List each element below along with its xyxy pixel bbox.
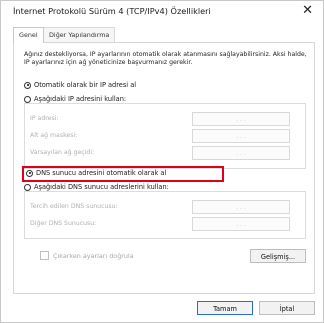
ip-auto-label: Otomatik olarak bir IP adresi al — [34, 81, 137, 89]
ip-manual-radio[interactable]: Aşağıdaki IP adresini kullan: — [24, 95, 126, 103]
ip-address-input[interactable]: . . . — [192, 112, 290, 126]
dns-auto-label: DNS sunucu adresini otomatik olarak al — [36, 169, 167, 177]
dns-manual-radio[interactable]: Aşağıdaki DNS sunucu adreslerini kullan: — [24, 183, 169, 191]
default-gateway-label: Varsayılan ağ geçidi: — [30, 149, 95, 156]
radio-unchecked-icon — [24, 183, 31, 191]
description-text: Ağınız destekliyorsa, IP ayarlarının oto… — [24, 51, 307, 66]
radio-checked-icon — [26, 169, 33, 177]
checkbox-icon — [40, 251, 49, 260]
alternate-dns-label: Diğer DNS Sunucusu: — [30, 220, 97, 227]
tab-general[interactable]: Genel — [13, 27, 44, 43]
validate-settings-checkbox[interactable]: Çıkarken ayarları doğrula — [40, 251, 134, 260]
alternate-dns-value: . . . — [236, 220, 246, 228]
tab-alternate-configuration[interactable]: Diğer Yapılandırma — [43, 27, 116, 42]
general-panel: Ağınız destekliyorsa, IP ayarlarının oto… — [13, 42, 315, 294]
dns-manual-label: Aşağıdaki DNS sunucu adreslerini kullan: — [34, 183, 169, 191]
preferred-dns-value: . . . — [236, 203, 246, 211]
dns-fields-group — [24, 191, 306, 239]
subnet-mask-label: Alt ağ maskesi: — [30, 132, 78, 139]
radio-unchecked-icon — [24, 95, 31, 103]
dialog-title: İnternet Protokolü Sürüm 4 (TCP/IPv4) Öz… — [13, 6, 211, 16]
close-icon[interactable]: ✕ — [302, 3, 313, 19]
alternate-dns-input[interactable]: . . . — [192, 217, 290, 231]
preferred-dns-input[interactable]: . . . — [192, 200, 290, 214]
ip-address-value: . . . — [236, 115, 246, 123]
ip-address-label: IP adresi: — [30, 115, 59, 122]
title-bar: İnternet Protokolü Sürüm 4 (TCP/IPv4) Öz… — [1, 1, 323, 23]
cancel-button[interactable]: İptal — [259, 301, 315, 315]
radio-checked-icon — [24, 81, 31, 89]
advanced-button[interactable]: Gelişmiş... — [250, 249, 306, 263]
ip-manual-label: Aşağıdaki IP adresini kullan: — [34, 95, 127, 103]
properties-dialog: İnternet Protokolü Sürüm 4 (TCP/IPv4) Öz… — [0, 0, 324, 323]
default-gateway-value: . . . — [236, 149, 246, 157]
dns-auto-radio[interactable]: DNS sunucu adresini otomatik olarak al — [26, 169, 166, 177]
subnet-mask-input[interactable]: . . . — [192, 129, 290, 143]
ip-auto-radio[interactable]: Otomatik olarak bir IP adresi al — [24, 81, 136, 89]
ok-button[interactable]: Tamam — [197, 301, 253, 315]
validate-settings-label: Çıkarken ayarları doğrula — [53, 251, 134, 260]
subnet-mask-value: . . . — [236, 132, 246, 140]
default-gateway-input[interactable]: . . . — [192, 146, 290, 160]
preferred-dns-label: Tercih edilen DNS sunucusu: — [30, 203, 118, 210]
